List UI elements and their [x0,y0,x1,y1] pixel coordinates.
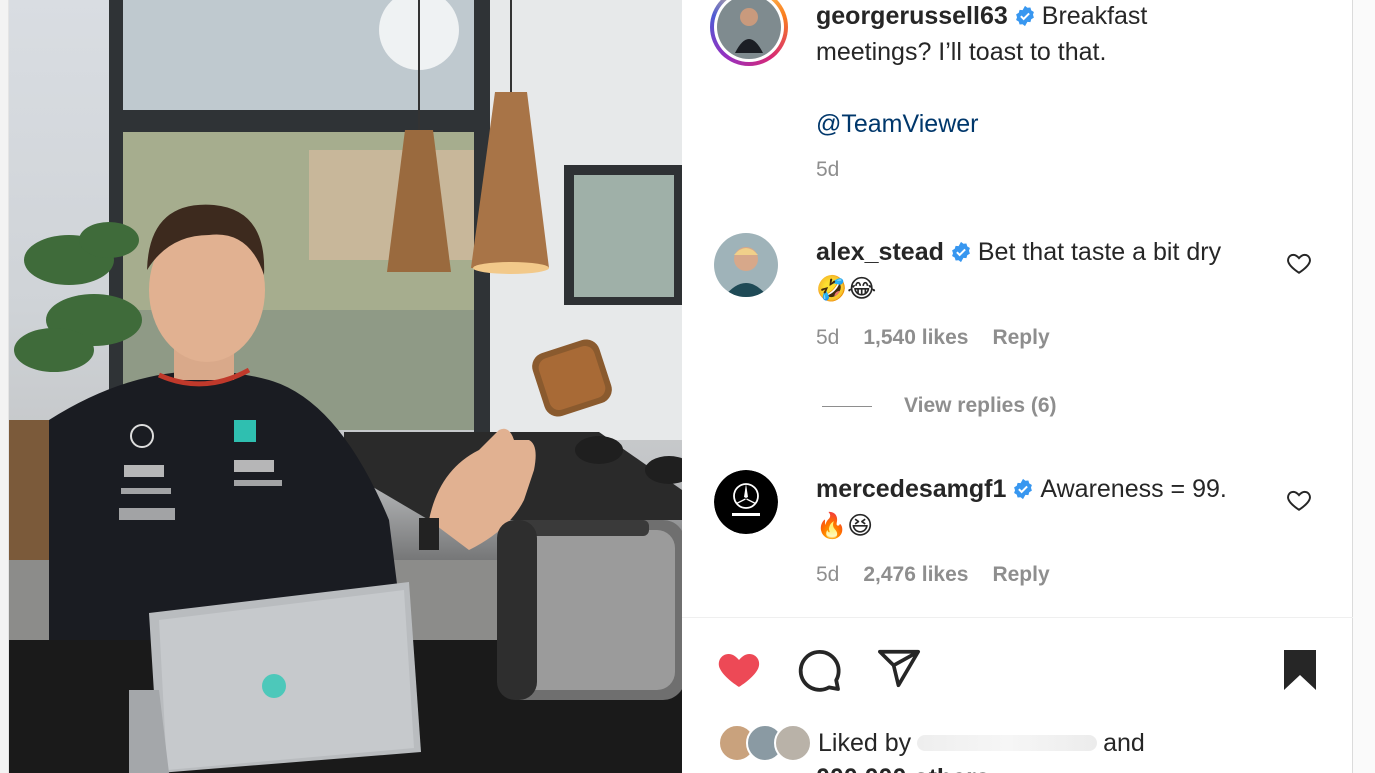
comment-1-meta: 5d 1,540 likes Reply [816,326,1050,350]
liked-by-and: and [1103,728,1145,757]
post-age[interactable]: 5d [816,158,839,182]
page-scroll-gutter [1353,0,1375,773]
verified-badge-icon [951,241,970,263]
caption-text-line1: Breakfast [1041,2,1148,30]
post-image[interactable] [9,0,682,773]
comment-avatar-mercedesamgf1[interactable] [714,470,778,534]
share-icon[interactable] [875,646,923,692]
comment-2-username[interactable]: mercedesamgf1 [816,475,1006,503]
comment-2-like-heart-icon[interactable] [1286,487,1312,513]
comment-2-text: Awareness = 99. [1040,475,1227,503]
comment-icon[interactable] [795,646,843,694]
comment-avatar-alex-stead[interactable] [714,233,778,297]
comment-2: mercedesamgf1 Awareness = 99. [816,471,1286,507]
heart-icon[interactable] [714,645,764,693]
post-author-avatar[interactable] [710,0,788,66]
comment-2-emojis: 🔥😆 [816,512,874,540]
verified-badge-icon [1015,5,1034,27]
bookmark-icon[interactable] [1280,648,1320,692]
comments-panel: georgerussell63 Breakfast meetings? I’ll … [682,0,1353,773]
comment-1-text: Bet that taste a bit dry [977,238,1222,266]
comment-1-age: 5d [816,326,840,349]
post-caption: georgerussell63 Breakfast [816,0,1286,34]
actions-divider [682,617,1353,618]
post-timestamp: 5d [816,158,839,182]
redacted-username[interactable] [917,735,1098,751]
view-replies-label: View replies (6) [904,394,1057,417]
liked-by-label: Liked by [818,728,912,757]
caption-mention[interactable]: @TeamViewer [816,106,1286,142]
liked-by-avatars[interactable] [718,724,812,762]
caption-text-line2: meetings? I’ll toast to that. [816,38,1107,66]
comment-1: alex_stead Bet that taste a bit dry [816,234,1286,270]
view-replies-line [822,405,872,407]
comment-1-reply-button[interactable]: Reply [992,326,1049,350]
comment-2-reply-button[interactable]: Reply [992,563,1049,587]
avatar-photo [717,0,781,59]
view-replies-button[interactable]: View replies (6) [822,394,1057,418]
like-count-partial[interactable]: 000,000 others [816,764,990,773]
left-edge [0,0,9,773]
comment-1-emojis: 🤣😂 [816,275,877,303]
comment-1-likes[interactable]: 1,540 likes [863,326,968,350]
liker-avatar [774,724,812,762]
comment-2-age: 5d [816,563,840,586]
comment-1-like-heart-icon[interactable] [1286,250,1312,276]
mercedes-logo-avatar [714,470,778,534]
comment-1-username[interactable]: alex_stead [816,238,944,266]
post-author-username[interactable]: georgerussell63 [816,2,1008,30]
post-photo-illustration [9,0,682,773]
verified-badge-icon [1014,478,1033,500]
avatar-photo [714,233,778,297]
comment-2-meta: 5d 2,476 likes Reply [816,563,1050,587]
liked-by-row: Liked by and [718,724,1145,762]
comment-2-likes[interactable]: 2,476 likes [863,563,968,587]
